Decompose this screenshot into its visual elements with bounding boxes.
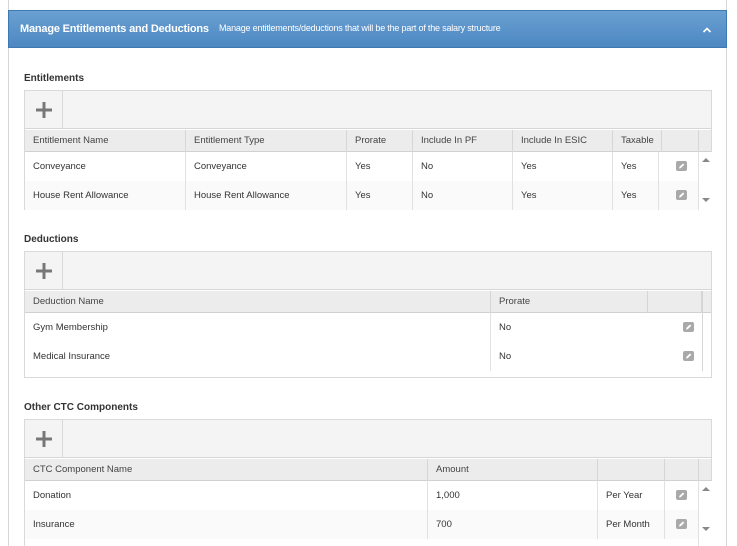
table-row[interactable]: Medical Insurance No [25, 342, 702, 371]
table-row[interactable]: House Rent Allowance House Rent Allowanc… [25, 181, 699, 210]
cell-frequency: Per Year [598, 481, 665, 510]
deductions-header-row: Deduction Name Prorate [25, 291, 711, 313]
cell-entitlement-type: Conveyance [186, 152, 347, 181]
column-divider [702, 291, 703, 371]
section-header[interactable]: Manage Entitlements and Deductions Manag… [8, 10, 727, 48]
plus-icon [36, 431, 52, 447]
table-row[interactable]: Insurance 700 Per Month [25, 510, 699, 539]
cell-prorate: Yes [347, 152, 413, 181]
cell-amount: 1,000 [428, 481, 598, 510]
cell-frequency: Per Month [598, 510, 665, 539]
add-ctc-component-button[interactable] [25, 420, 63, 457]
pencil-icon[interactable] [676, 190, 687, 200]
cell-include-in-esic: Yes [513, 181, 613, 210]
entitlements-toolbar [25, 91, 711, 129]
col-actions [662, 130, 699, 152]
cell-prorate: No [499, 322, 512, 333]
chevron-up-icon[interactable] [700, 23, 714, 37]
cell-taxable: Yes [613, 152, 659, 181]
deductions-panel: Deduction Name Prorate Gym Membership No… [24, 251, 712, 378]
add-entitlement-button[interactable] [25, 91, 63, 128]
cell-entitlement-type: House Rent Allowance [186, 181, 347, 210]
col-include-in-esic[interactable]: Include In ESIC [513, 130, 613, 152]
pencil-icon[interactable] [676, 490, 687, 500]
scroll-up-icon[interactable] [702, 158, 710, 162]
ctc-title: Other CTC Components [24, 402, 138, 413]
col-frequency [598, 459, 665, 481]
col-entitlement-name[interactable]: Entitlement Name [25, 130, 186, 152]
col-deduction-name[interactable]: Deduction Name [25, 291, 491, 313]
ctc-panel: CTC Component Name Amount Donation 1,000… [24, 419, 712, 546]
table-row[interactable]: Donation 1,000 Per Year [25, 481, 699, 510]
deductions-toolbar [25, 252, 711, 290]
col-prorate[interactable]: Prorate [491, 291, 648, 313]
cell-include-in-pf: No [413, 181, 513, 210]
add-deduction-button[interactable] [25, 252, 63, 289]
table-row[interactable]: Gym Membership No [25, 313, 702, 342]
entitlements-scrollbar[interactable] [698, 152, 712, 210]
table-row[interactable]: Conveyance Conveyance Yes No Yes Yes [25, 152, 699, 181]
ctc-toolbar [25, 420, 711, 458]
section-title: Manage Entitlements and Deductions [20, 23, 209, 35]
cell-amount: 700 [428, 510, 598, 539]
pencil-icon[interactable] [676, 519, 687, 529]
cell-include-in-pf: No [413, 152, 513, 181]
col-taxable[interactable]: Taxable [613, 130, 662, 152]
cell-ctc-component-name: Donation [25, 481, 428, 510]
col-entitlement-type[interactable]: Entitlement Type [186, 130, 347, 152]
section-description: Manage entitlements/deductions that will… [219, 23, 501, 33]
scroll-down-icon[interactable] [702, 527, 710, 531]
cell-deduction-name: Gym Membership [25, 313, 491, 342]
pencil-icon[interactable] [683, 351, 694, 361]
cell-ctc-component-name: Insurance [25, 510, 428, 539]
plus-icon [36, 102, 52, 118]
deductions-title: Deductions [24, 234, 79, 245]
col-include-in-pf[interactable]: Include In PF [413, 130, 513, 152]
pencil-icon[interactable] [683, 322, 694, 332]
entitlements-title: Entitlements [24, 73, 85, 84]
cell-prorate: No [499, 351, 512, 362]
scroll-down-icon[interactable] [702, 198, 710, 202]
col-actions [648, 291, 702, 313]
plus-icon [36, 263, 52, 279]
cell-prorate: Yes [347, 181, 413, 210]
ctc-scrollbar[interactable] [698, 481, 712, 546]
entitlements-panel: Entitlement Name Entitlement Type Prorat… [24, 90, 712, 210]
cell-taxable: Yes [613, 181, 659, 210]
scroll-up-icon[interactable] [702, 487, 710, 491]
cell-deduction-name: Medical Insurance [25, 342, 491, 371]
pencil-icon[interactable] [676, 161, 687, 171]
col-ctc-component-name[interactable]: CTC Component Name [25, 459, 428, 481]
ctc-header-row: CTC Component Name Amount [25, 459, 711, 481]
entitlements-header-row: Entitlement Name Entitlement Type Prorat… [25, 130, 711, 152]
col-prorate[interactable]: Prorate [347, 130, 413, 152]
cell-entitlement-name: Conveyance [25, 152, 186, 181]
cell-entitlement-name: House Rent Allowance [25, 181, 186, 210]
cell-include-in-esic: Yes [513, 152, 613, 181]
col-amount[interactable]: Amount [428, 459, 598, 481]
col-actions [665, 459, 699, 481]
